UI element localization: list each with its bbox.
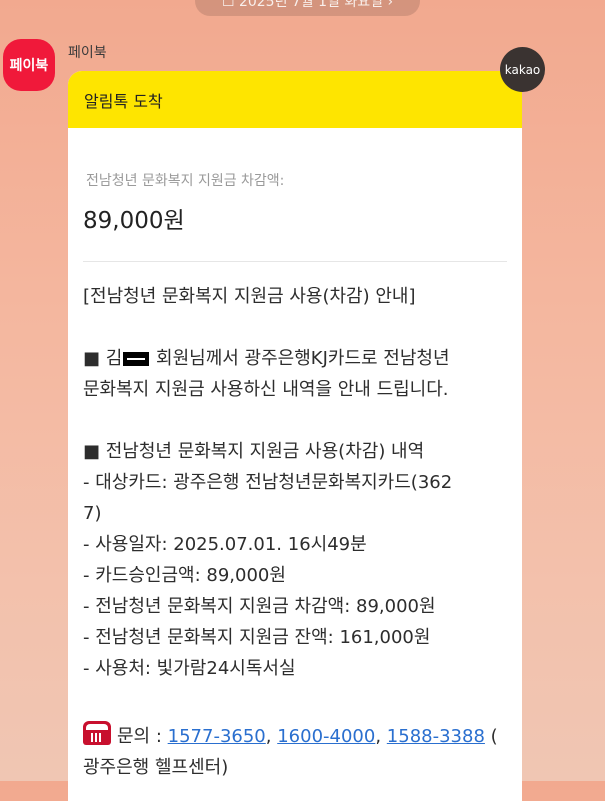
intro-suffix: 회원님께서 광주은행KJ카드로 전남청년 (150, 348, 450, 369)
sender-name: 페이북 (68, 45, 107, 61)
intro-prefix: ■ 김 (83, 348, 123, 369)
detail-line: - 카드승인금액: 89,000원 (83, 565, 286, 586)
message-header: 알림톡 도착 (68, 71, 522, 128)
kakao-badge-icon: kakao (500, 47, 545, 92)
amount-label: 전남청년 문화복지 지원금 차감액: (86, 173, 285, 189)
detail-line: - 사용일자: 2025.07.01. 16시49분 (83, 534, 367, 555)
amount-value: 89,000원 (83, 208, 185, 234)
date-divider: ☐ 2025년 7월 1일 화요일 › (195, 0, 420, 16)
detail-line: - 대상카드: 광주은행 전남청년문화복지카드(362 (83, 472, 453, 493)
detail-line: - 사용처: 빛가람24시독서실 (83, 658, 296, 679)
masked-name (123, 352, 150, 366)
inquiry-label: 문의 : (117, 726, 168, 747)
phone-link-3[interactable]: 1588-3388 (387, 726, 485, 747)
intro-line-1: ■ 김 회원님께서 광주은행KJ카드로 전남청년 (83, 343, 513, 374)
phone-link-2[interactable]: 1600-4000 (277, 726, 375, 747)
alimtalk-message-bubble: 알림톡 도착 전남청년 문화복지 지원금 차감액: 89,000원 [전남청년 … (68, 71, 522, 801)
sender-avatar[interactable]: 페이북 (3, 39, 55, 91)
detail-line: - 전남청년 문화복지 지원금 차감액: 89,000원 (83, 596, 436, 617)
detail-line: 7) (83, 503, 102, 524)
divider (83, 261, 507, 262)
detail-line: - 전남청년 문화복지 지원금 잔액: 161,000원 (83, 627, 431, 648)
intro-line-2: 문화복지 지원금 사용하신 내역을 안내 드립니다. (83, 379, 449, 400)
detail-heading: ■ 전남청년 문화복지 지원금 사용(차감) 내역 (83, 441, 425, 462)
telephone-icon (83, 721, 111, 745)
message-title: [전남청년 문화복지 지원금 사용(차감) 안내] (83, 286, 416, 307)
inquiry-line: 문의 : 1577-3650, 1600-4000, 1588-3388 ( (83, 721, 513, 752)
help-center-line: 광주은행 헬프센터) (83, 757, 229, 778)
message-body: [전남청년 문화복지 지원금 사용(차감) 안내] ■ 김 회원님께서 광주은행… (83, 281, 513, 783)
message-header-label: 알림톡 도착 (84, 91, 163, 111)
phone-link-1[interactable]: 1577-3650 (168, 726, 266, 747)
